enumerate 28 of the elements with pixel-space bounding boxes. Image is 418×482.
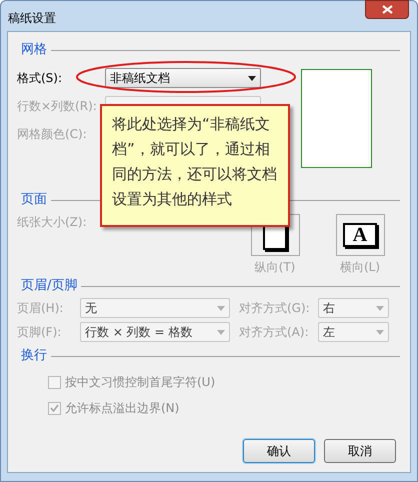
- dropdown-arrow-icon: [248, 76, 256, 80]
- orientation-label: 横向(L): [340, 259, 380, 276]
- note-tooltip: 将此处选择为“非稿纸文档”，就可以了，通过相同的方法，还可以将文档设置为其他的样式: [100, 104, 290, 227]
- field-label: 格式(S):: [17, 70, 64, 87]
- section-title: 页眉/页脚: [20, 277, 78, 296]
- dropdown-arrow-icon: [376, 330, 384, 334]
- field-label: 行数×列数(R):: [17, 98, 98, 115]
- dropdown-arrow-icon: [217, 330, 225, 334]
- section-title: 页面: [20, 191, 47, 210]
- checkbox-label: 允许标点溢出边界(N): [65, 400, 180, 417]
- field-label: 页眉(H):: [17, 300, 64, 317]
- section-title: 网格: [20, 41, 47, 60]
- dropdown-arrow-icon: [217, 306, 225, 310]
- close-icon: [382, 5, 392, 14]
- cancel-button[interactable]: 取消: [324, 439, 396, 463]
- field-label: 纸张大小(Z):: [17, 214, 88, 231]
- window-title: 稿纸设置: [8, 10, 56, 27]
- close-button[interactable]: [365, 0, 409, 19]
- field-label: 对齐方式(G):: [239, 300, 311, 317]
- orientation-label: 纵向(T): [254, 259, 296, 276]
- checkbox-label: 按中文习惯控制首尾字符(U): [65, 374, 216, 391]
- ok-button[interactable]: 确认: [243, 439, 315, 463]
- field-label: 页脚(F):: [17, 324, 62, 341]
- field-label: 对齐方式(A):: [239, 324, 310, 341]
- section-title: 换行: [20, 347, 47, 366]
- dropdown-arrow-icon: [376, 306, 384, 310]
- dropdown[interactable]: 非稿纸文档: [105, 68, 261, 88]
- field-label: 网格颜色(C):: [17, 126, 88, 143]
